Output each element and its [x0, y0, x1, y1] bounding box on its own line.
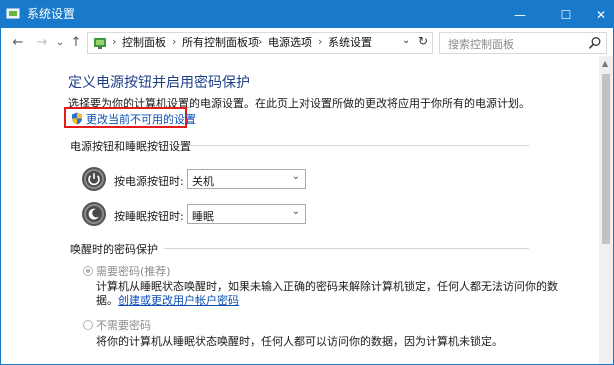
forward-button[interactable]: →	[33, 33, 51, 51]
no-password-label: 不需要密码	[96, 319, 151, 332]
breadcrumb-system-settings[interactable]: 系统设置	[328, 36, 372, 50]
main-content: 定义电源按钮并启用密码保护 选择要为你的计算机设置的电源设置。在此页上对设置所做…	[1, 56, 599, 364]
create-change-password-link[interactable]: 创建或更改用户帐户密码	[118, 294, 239, 307]
search-icon[interactable]	[588, 36, 602, 50]
sleep-button-action-select[interactable]: 睡眠 ⌄	[187, 204, 306, 224]
address-bar[interactable]: › 控制面板 › 所有控制面板项 › 电源选项 › 系统设置 ⌄ ↻	[87, 32, 433, 54]
search-placeholder: 搜索控制面板	[448, 38, 514, 51]
title-bar: 系统设置 — ☐ ✕	[1, 1, 613, 28]
minimize-button[interactable]: —	[497, 1, 543, 28]
up-button[interactable]: ↑	[67, 33, 85, 51]
change-unavailable-settings-link[interactable]: 更改当前不可用的设置	[86, 111, 196, 127]
system-settings-window: 系统设置 — ☐ ✕ ← → ⌄ ↑ › 控制面板 › 所有控制面板项 › 电源…	[0, 0, 614, 365]
breadcrumb-separator: ›	[172, 35, 177, 48]
breadcrumb-power-options[interactable]: 电源选项	[268, 36, 312, 50]
power-buttons-section-heading: 电源按钮和睡眠按钮设置	[70, 140, 191, 153]
power-button-action-select[interactable]: 关机 ⌄	[187, 169, 306, 189]
no-password-radio[interactable]	[83, 320, 93, 330]
section-divider	[188, 145, 529, 146]
shield-icon	[72, 112, 82, 125]
refresh-button[interactable]: ↻	[418, 34, 428, 48]
breadcrumb-separator: ›	[112, 35, 117, 48]
search-box[interactable]: 搜索控制面板	[439, 32, 607, 54]
close-button[interactable]: ✕	[589, 1, 613, 28]
require-password-radio[interactable]	[83, 266, 93, 276]
breadcrumb-all-items[interactable]: 所有控制面板项	[182, 36, 259, 50]
no-password-description: 将你的计算机从睡眠状态唤醒时，任何人都可以访问你的数据，因为计算机未锁定。	[96, 335, 503, 348]
address-dropdown-button[interactable]: ⌄	[402, 35, 410, 46]
scroll-up-arrow-icon[interactable]: ▲	[602, 59, 608, 68]
section-divider	[164, 248, 529, 249]
sleep-button-label: 按睡眠按钮时:	[114, 210, 184, 223]
navigation-bar: ← → ⌄ ↑ › 控制面板 › 所有控制面板项 › 电源选项 › 系统设置 ⌄…	[1, 28, 613, 56]
scroll-thumb[interactable]	[602, 74, 610, 244]
sleep-button-action-value: 睡眠	[192, 210, 214, 223]
breadcrumb-separator: ›	[318, 35, 323, 48]
maximize-button[interactable]: ☐	[543, 1, 589, 28]
password-section-heading: 唤醒时的密码保护	[70, 243, 158, 256]
sleep-button-icon	[82, 202, 106, 226]
system-settings-icon	[6, 8, 20, 19]
window-title: 系统设置	[27, 7, 76, 21]
require-password-label: 需要密码(推荐)	[96, 265, 171, 278]
control-panel-icon	[94, 38, 106, 49]
change-settings-highlight: 更改当前不可用的设置	[64, 107, 196, 128]
require-password-description-cont: 据。创建或更改用户帐户密码	[96, 292, 239, 308]
power-button-action-value: 关机	[192, 175, 214, 188]
power-button-label: 按电源按钮时:	[114, 175, 184, 188]
power-button-icon	[82, 167, 106, 191]
vertical-scrollbar[interactable]: ▲	[599, 56, 613, 364]
breadcrumb-separator: ›	[258, 35, 263, 48]
back-button[interactable]: ←	[9, 33, 27, 51]
breadcrumb-control-panel[interactable]: 控制面板	[122, 36, 166, 50]
require-password-description-end: 据。	[96, 294, 118, 307]
page-title: 定义电源按钮并启用密码保护	[68, 75, 250, 91]
chevron-down-icon: ⌄	[291, 171, 300, 182]
chevron-down-icon: ⌄	[291, 206, 300, 217]
